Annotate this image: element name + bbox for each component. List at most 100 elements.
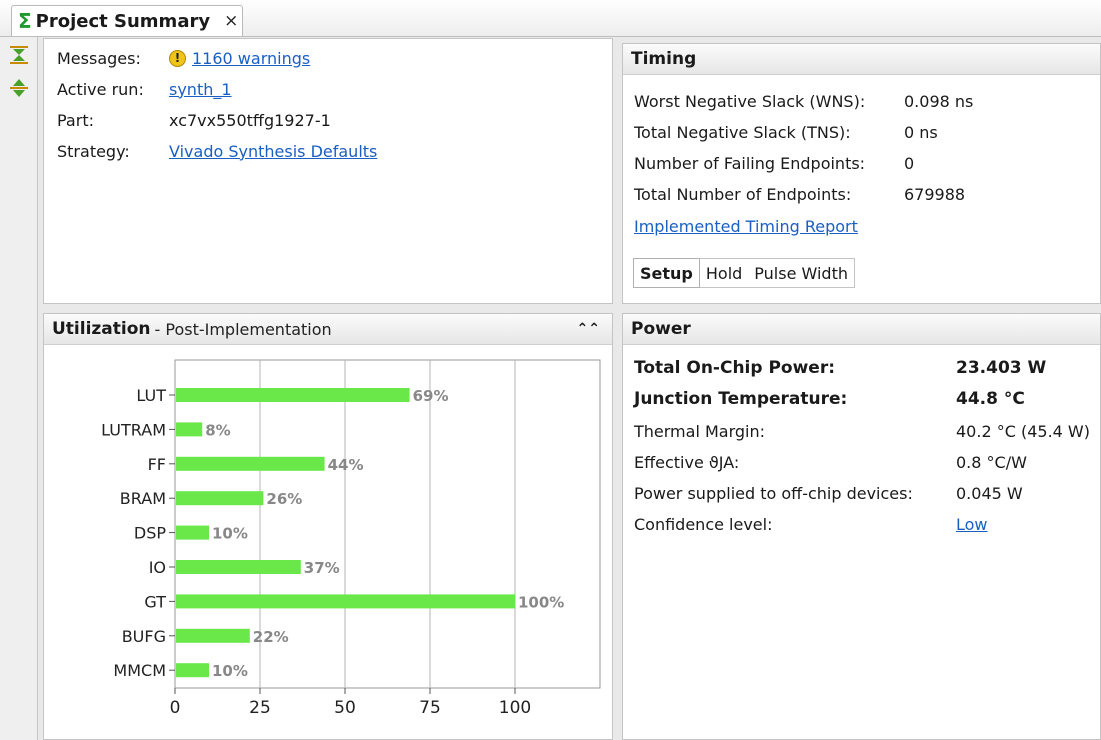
messages-row: Messages: ! 1160 warnings bbox=[57, 46, 310, 70]
warnings-link[interactable]: 1160 warnings bbox=[192, 49, 310, 68]
tab-strip: Σ Project Summary × bbox=[0, 0, 1101, 37]
bar bbox=[176, 491, 264, 506]
timing-label: Worst Negative Slack (WNS): bbox=[634, 91, 866, 111]
main-area: Messages: ! 1160 warnings Active run: sy… bbox=[38, 37, 1101, 740]
category-label: GT bbox=[144, 592, 166, 611]
tab-project-summary[interactable]: Σ Project Summary × bbox=[11, 5, 243, 36]
bar bbox=[176, 560, 301, 574]
power-label: Confidence level: bbox=[634, 514, 773, 534]
power-label: Total On-Chip Power: bbox=[634, 358, 836, 378]
timing-report-row: Implemented Timing Report bbox=[634, 214, 858, 238]
part-label: Part: bbox=[57, 110, 94, 130]
power-label: Junction Temperature: bbox=[634, 389, 848, 409]
timing-value: 0 ns bbox=[904, 122, 938, 142]
category-label: MMCM bbox=[113, 661, 166, 680]
timing-value: 0.098 ns bbox=[904, 91, 974, 111]
timing-row: Total Negative Slack (TNS): 0 ns bbox=[634, 120, 938, 144]
bar bbox=[176, 663, 209, 678]
warning-icon: ! bbox=[169, 49, 186, 67]
power-row: Power supplied to off-chip devices: 0.04… bbox=[634, 481, 1023, 505]
bar bbox=[176, 388, 410, 402]
timing-value: 0 bbox=[904, 153, 915, 173]
sigma-icon: Σ bbox=[18, 9, 32, 33]
confidence-link[interactable]: Low bbox=[956, 515, 988, 534]
power-panel: Power Total On-Chip Power: 23.403 W Junc… bbox=[622, 313, 1101, 740]
timing-title: Timing bbox=[631, 49, 697, 69]
value-label: 37% bbox=[304, 559, 340, 577]
x-tick-label: 0 bbox=[170, 698, 181, 718]
timing-label: Total Number of Endpoints: bbox=[634, 184, 852, 204]
active-run-row: Active run: synth_1 bbox=[57, 77, 232, 101]
timing-panel: Timing Worst Negative Slack (WNS): 0.098… bbox=[622, 43, 1101, 304]
value-label: 26% bbox=[266, 490, 302, 508]
category-label: LUT bbox=[136, 386, 166, 405]
power-label: Effective ϑJA: bbox=[634, 452, 740, 472]
value-label: 10% bbox=[212, 662, 248, 680]
bar bbox=[176, 628, 250, 643]
utilization-panel: Utilization - Post-Implementation ⌃⌃ 0 25… bbox=[43, 313, 613, 740]
value-label: 10% bbox=[212, 525, 248, 543]
power-value: 23.403 W bbox=[956, 358, 1047, 378]
timing-row: Worst Negative Slack (WNS): 0.098 ns bbox=[634, 89, 973, 113]
utilization-bar-chart: 0 25 50 75 100 LUT 69% LUTRAM 8% FF 44% BRAM 26% DSP 1… bbox=[101, 359, 601, 718]
power-row: Junction Temperature: 44.8 °C bbox=[634, 387, 1025, 411]
timing-report-link[interactable]: Implemented Timing Report bbox=[634, 217, 858, 236]
category-label: IO bbox=[149, 558, 166, 577]
value-label: 100% bbox=[518, 593, 564, 611]
value-label: 69% bbox=[413, 387, 449, 405]
timing-tabs: Setup Hold Pulse Width bbox=[633, 258, 855, 288]
tab-pulse-width[interactable]: Pulse Width bbox=[748, 259, 854, 287]
collapse-all-icon[interactable] bbox=[8, 44, 30, 66]
chevron-up-double-icon[interactable]: ⌃⌃ bbox=[577, 321, 600, 337]
bar bbox=[176, 456, 325, 471]
power-row: Total On-Chip Power: 23.403 W bbox=[634, 356, 1046, 380]
x-tick-label: 25 bbox=[249, 698, 271, 718]
part-row: Part: xc7vx550tffg1927-1 bbox=[57, 108, 331, 132]
category-label: LUTRAM bbox=[101, 420, 166, 439]
active-run-label: Active run: bbox=[57, 79, 144, 99]
category-label: FF bbox=[148, 455, 166, 474]
category-label: BUFG bbox=[122, 627, 166, 646]
power-row: Effective ϑJA: 0.8 °C/W bbox=[634, 450, 1027, 474]
power-value: 0.045 W bbox=[956, 483, 1023, 503]
close-icon[interactable]: × bbox=[224, 11, 238, 31]
utilization-header: Utilization - Post-Implementation ⌃⌃ bbox=[44, 314, 612, 345]
power-value: 44.8 °C bbox=[956, 389, 1025, 409]
expand-all-icon[interactable] bbox=[8, 77, 30, 99]
timing-row: Total Number of Endpoints: 679988 bbox=[634, 182, 965, 206]
power-row: Thermal Margin: 40.2 °C (45.4 W) bbox=[634, 419, 1090, 443]
bar bbox=[176, 422, 203, 437]
power-row: Confidence level: Low bbox=[634, 512, 988, 536]
x-tick-label: 75 bbox=[419, 698, 441, 718]
tab-title: Project Summary bbox=[35, 10, 211, 32]
utilization-title: Utilization bbox=[52, 319, 151, 339]
active-run-link[interactable]: synth_1 bbox=[169, 80, 232, 99]
part-value: xc7vx550tffg1927-1 bbox=[169, 110, 331, 130]
bar bbox=[176, 594, 515, 609]
timing-header: Timing bbox=[623, 44, 1100, 75]
strategy-label: Strategy: bbox=[57, 141, 130, 161]
bar bbox=[176, 525, 209, 540]
timing-row: Number of Failing Endpoints: 0 bbox=[634, 151, 914, 175]
tab-setup[interactable]: Setup bbox=[633, 258, 700, 288]
utilization-chart: 0 25 50 75 100 LUT 69% LUTRAM 8% FF 44% BRAM 26% DSP 1… bbox=[52, 348, 605, 718]
x-tick-label: 100 bbox=[499, 698, 531, 718]
value-label: 44% bbox=[328, 456, 364, 474]
x-tick-label: 50 bbox=[334, 698, 356, 718]
project-summary-panel: Messages: ! 1160 warnings Active run: sy… bbox=[43, 38, 613, 304]
left-toolbar bbox=[0, 37, 38, 740]
power-label: Thermal Margin: bbox=[634, 421, 766, 441]
power-label: Power supplied to off-chip devices: bbox=[634, 483, 913, 503]
category-label: DSP bbox=[134, 524, 166, 543]
messages-label: Messages: bbox=[57, 48, 141, 68]
utilization-subtitle: - Post-Implementation bbox=[154, 319, 332, 339]
timing-label: Number of Failing Endpoints: bbox=[634, 153, 866, 173]
value-label: 8% bbox=[205, 421, 230, 439]
tab-hold[interactable]: Hold bbox=[700, 259, 748, 287]
power-header: Power bbox=[623, 314, 1100, 345]
strategy-link[interactable]: Vivado Synthesis Defaults bbox=[169, 142, 377, 161]
power-value: 0.8 °C/W bbox=[956, 452, 1027, 472]
power-title: Power bbox=[631, 319, 691, 339]
power-value: 40.2 °C (45.4 W) bbox=[956, 421, 1090, 441]
timing-value: 679988 bbox=[904, 184, 966, 204]
